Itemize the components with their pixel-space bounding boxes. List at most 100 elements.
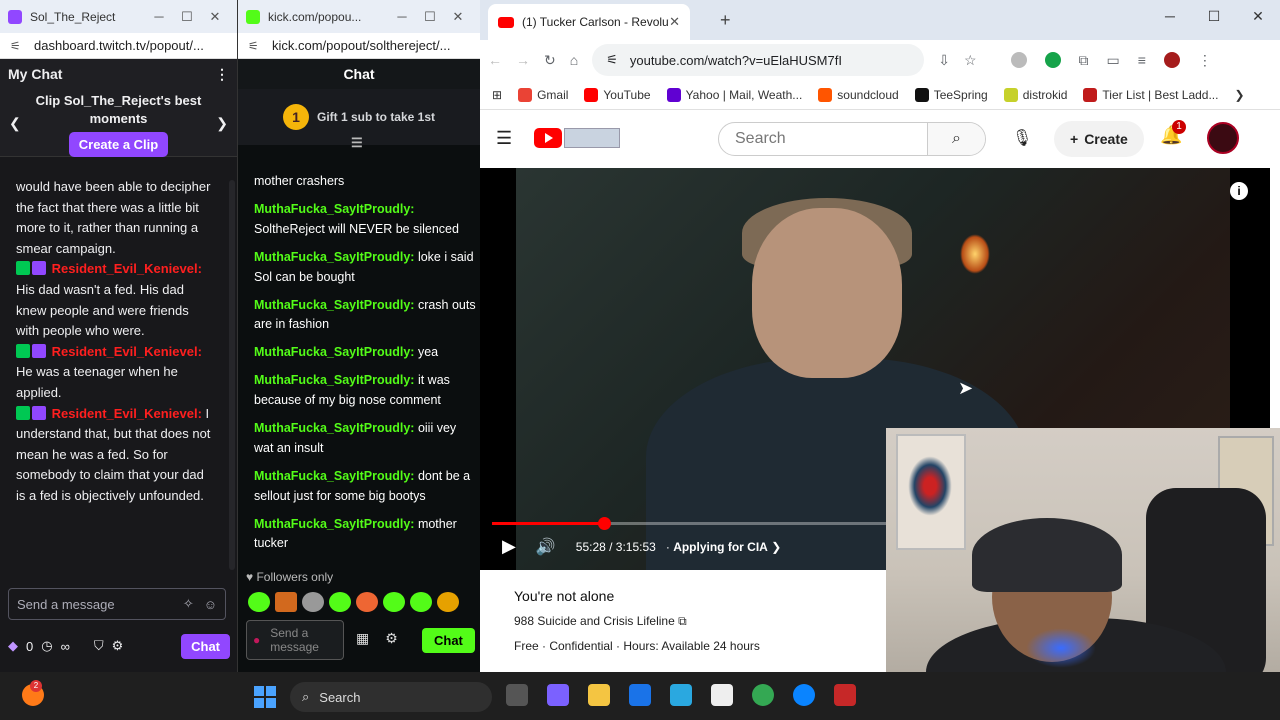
mcafee-icon[interactable] [834, 684, 856, 706]
microphone-icon[interactable]: 🎙 [1012, 128, 1032, 148]
bookmark-item[interactable]: distrokid [1003, 87, 1067, 102]
grammarly-extension-icon[interactable] [1044, 52, 1061, 68]
gift-sub-bar[interactable]: 1 Gift 1 sub to take 1st ☰ [238, 89, 480, 150]
emote-icon[interactable] [248, 592, 270, 612]
youtube-search-box[interactable]: Search ⌕ [718, 122, 986, 156]
gift-icon[interactable]: ▦ [356, 630, 369, 647]
emote-icon[interactable] [275, 592, 297, 612]
chevron-right-icon[interactable]: ❯ [216, 115, 228, 132]
minimize-icon[interactable]: ─ [1148, 8, 1192, 25]
media-controls-icon[interactable]: ≡ [1138, 52, 1146, 68]
microphone-icon[interactable]: ● [253, 633, 260, 647]
create-button[interactable]: + Create [1054, 121, 1144, 157]
maximize-icon[interactable]: ☐ [1192, 8, 1236, 25]
emote-icon[interactable] [356, 592, 378, 612]
progress-bar[interactable] [492, 517, 888, 530]
create-clip-button[interactable]: Create a Clip [68, 132, 169, 157]
twitch-address-bar[interactable]: ⚟ dashboard.twitch.tv/popout/... [0, 33, 237, 59]
chevron-right-icon[interactable]: ❯ [1234, 88, 1244, 102]
emote-icon[interactable]: ☺ [204, 597, 217, 612]
avatar[interactable] [1207, 122, 1239, 154]
tab-search-icon[interactable]: ▭ [1107, 52, 1120, 69]
site-settings-icon[interactable]: ⚟ [10, 39, 24, 53]
youtube-logo-icon[interactable] [534, 128, 563, 148]
forward-icon[interactable]: → [516, 52, 530, 68]
home-icon[interactable]: ⌂ [570, 52, 578, 68]
chrome-icon[interactable] [752, 684, 774, 706]
close-icon[interactable]: ✕ [444, 9, 472, 25]
bookmark-item[interactable]: soundcloud [818, 87, 899, 102]
task-view-icon[interactable] [506, 684, 528, 706]
message-username[interactable]: MuthaFucka_SayItProudly: [254, 250, 414, 264]
more-options-icon[interactable]: ⋮ [215, 66, 229, 83]
chrome-menu-icon[interactable]: ⋮ [1198, 52, 1212, 69]
taskbar-search[interactable]: ⌕ Search [290, 682, 492, 712]
profile-avatar[interactable] [1163, 52, 1180, 68]
reload-icon[interactable]: ↻ [544, 52, 556, 69]
emote-icon[interactable] [437, 592, 459, 612]
emote-icon[interactable] [302, 592, 324, 612]
message-username[interactable]: MuthaFucka_SayItProudly: [254, 373, 414, 387]
file-explorer-icon[interactable] [588, 684, 610, 706]
bookmark-item[interactable]: Tier List | Best Ladd... [1083, 87, 1218, 102]
close-tab-icon[interactable]: ✕ [669, 14, 680, 30]
emote-icon[interactable] [329, 592, 351, 612]
play-icon[interactable]: ▶ [502, 536, 516, 557]
install-icon[interactable]: ⇩ [938, 52, 950, 69]
volume-icon[interactable]: 🔊 [536, 537, 556, 557]
bookmark-star-icon[interactable]: ☆ [964, 52, 977, 69]
bookmark-item[interactable]: TeeSpring [914, 87, 988, 102]
menu-icon[interactable]: ☰ [496, 128, 512, 149]
site-settings-icon[interactable]: ⚟ [606, 52, 618, 68]
message-username[interactable]: MuthaFucka_SayItProudly: [254, 202, 414, 216]
message-username[interactable]: Resident_Evil_Kenievel: [52, 406, 202, 421]
chapter-button[interactable]: · Applying for CIA ❯ [666, 540, 781, 554]
kick-message-input[interactable]: ● Send a message [246, 620, 344, 660]
notepad-icon[interactable] [711, 684, 733, 706]
extensions-icon[interactable]: ⧉ [1079, 52, 1089, 69]
message-username[interactable]: MuthaFucka_SayItProudly: [254, 298, 414, 312]
new-tab-icon[interactable]: + [720, 10, 731, 31]
bookmark-item[interactable]: Gmail [518, 87, 568, 102]
youtube-doodle[interactable] [564, 128, 621, 148]
twitch-scrollbar[interactable] [229, 180, 235, 570]
message-username[interactable]: MuthaFucka_SayItProudly: [254, 345, 414, 359]
message-username[interactable]: Resident_Evil_Kenievel: [52, 261, 202, 276]
start-icon[interactable] [254, 686, 276, 708]
message-username[interactable]: MuthaFucka_SayItProudly: [254, 469, 414, 483]
twitch-message-input[interactable]: Send a message ✧ ☺ [8, 588, 226, 620]
pull-down-icon[interactable]: ☰ [351, 135, 363, 151]
close-icon[interactable]: ✕ [1236, 8, 1280, 25]
bits-icon[interactable]: ◆ [8, 638, 18, 654]
sparkle-icon[interactable]: ✧ [183, 596, 194, 612]
minimize-icon[interactable]: ─ [388, 9, 416, 24]
site-settings-icon[interactable]: ⚟ [248, 39, 262, 53]
emote-icon[interactable] [410, 592, 432, 612]
copilot-icon[interactable] [547, 684, 569, 706]
chevron-left-icon[interactable]: ❮ [9, 115, 21, 132]
hp-icon[interactable] [629, 684, 651, 706]
maximize-icon[interactable]: ☐ [416, 9, 444, 25]
close-icon[interactable]: ✕ [201, 9, 229, 25]
apps-grid-icon[interactable]: ⊞ [492, 88, 502, 102]
back-icon[interactable]: ← [488, 52, 502, 68]
info-icon[interactable]: i [1230, 182, 1248, 200]
emote-icon[interactable] [383, 592, 405, 612]
maximize-icon[interactable]: ☐ [173, 9, 201, 25]
message-username[interactable]: MuthaFucka_SayItProudly: [254, 421, 414, 435]
edge-icon[interactable] [793, 684, 815, 706]
gear-icon[interactable]: ⚙ [112, 638, 124, 654]
twitch-chat-button[interactable]: Chat [181, 633, 230, 659]
kick-chat-button[interactable]: Chat [422, 628, 475, 653]
search-icon[interactable]: ⌕ [927, 123, 985, 155]
crisis-link[interactable]: 988 Suicide and Crisis Lifeline ⧉ [514, 614, 856, 629]
store-icon[interactable] [670, 684, 692, 706]
gear-icon[interactable]: ⚙ [385, 630, 398, 647]
bookmark-item[interactable]: Yahoo | Mail, Weath... [666, 87, 802, 102]
youtube-tab[interactable]: (1) Tucker Carlson - Revolution ✕ [488, 4, 690, 40]
minimize-icon[interactable]: ─ [145, 9, 173, 24]
message-username[interactable]: MuthaFucka_SayItProudly: [254, 517, 414, 531]
bookmark-item[interactable]: YouTube [584, 87, 651, 102]
kick-address-bar[interactable]: ⚟ kick.com/popout/solthereject/... [238, 33, 480, 59]
shield-icon[interactable]: ⛉ [94, 638, 104, 654]
